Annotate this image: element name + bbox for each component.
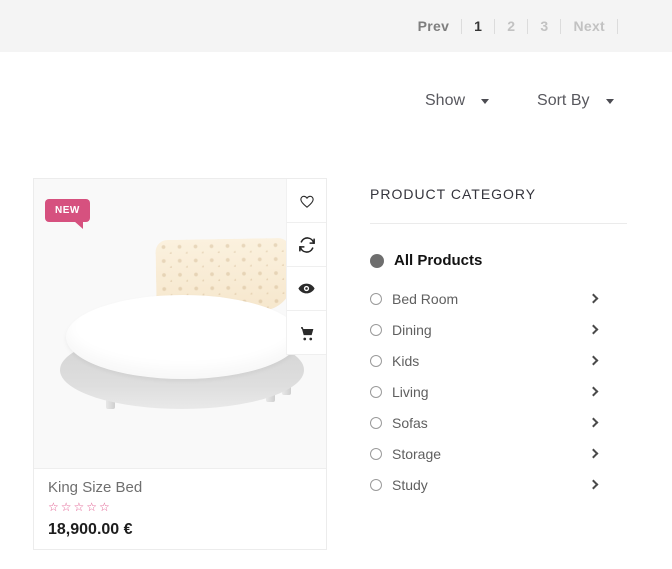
pagination: Prev 1 2 3 Next bbox=[418, 18, 630, 34]
chevron-down-icon bbox=[606, 99, 614, 104]
pagination-page-3[interactable]: 3 bbox=[540, 18, 548, 34]
product-title[interactable]: King Size Bed bbox=[48, 479, 312, 496]
chevron-down-icon bbox=[481, 99, 489, 104]
add-to-cart-button[interactable] bbox=[286, 311, 326, 355]
pagination-next[interactable]: Next bbox=[573, 18, 605, 34]
radio-icon bbox=[370, 324, 382, 336]
radio-icon bbox=[370, 293, 382, 305]
quick-view-button[interactable] bbox=[286, 267, 326, 311]
category-label: Living bbox=[392, 384, 429, 400]
pagination-separator bbox=[494, 19, 495, 34]
pagination-page-2[interactable]: 2 bbox=[507, 18, 515, 34]
category-label: Study bbox=[392, 477, 428, 493]
category-item-bed-room[interactable]: Bed Room bbox=[370, 283, 627, 314]
cart-icon bbox=[298, 324, 316, 342]
category-label: Bed Room bbox=[392, 291, 458, 307]
radio-selected-icon bbox=[370, 254, 384, 268]
category-label: All Products bbox=[394, 252, 482, 269]
sort-by-dropdown-label: Sort By bbox=[537, 92, 589, 110]
category-sidebar: PRODUCT CATEGORY All Products Bed Room D… bbox=[370, 186, 627, 500]
pagination-separator bbox=[527, 19, 528, 34]
product-rating-stars: ☆☆☆☆☆ bbox=[48, 500, 312, 514]
category-item-dining[interactable]: Dining bbox=[370, 314, 627, 345]
category-label: Storage bbox=[392, 446, 441, 462]
category-item-kids[interactable]: Kids bbox=[370, 345, 627, 376]
radio-icon bbox=[370, 448, 382, 460]
category-list: All Products Bed Room Dining Kids Living bbox=[370, 245, 627, 500]
bed-mattress bbox=[66, 295, 300, 379]
category-label: Sofas bbox=[392, 415, 428, 431]
divider bbox=[370, 223, 627, 224]
pagination-separator bbox=[617, 19, 618, 34]
category-heading: PRODUCT CATEGORY bbox=[370, 186, 627, 202]
product-price: 18,900.00 € bbox=[48, 521, 312, 539]
pagination-separator bbox=[461, 19, 462, 34]
eye-icon bbox=[297, 279, 316, 298]
listing-toolbar: Show Sort By bbox=[425, 92, 614, 110]
compare-button[interactable] bbox=[286, 223, 326, 267]
chevron-right-icon[interactable] bbox=[589, 449, 599, 459]
chevron-right-icon[interactable] bbox=[589, 325, 599, 335]
shop-page: Prev 1 2 3 Next Show Sort By NEW bbox=[0, 0, 672, 569]
category-item-living[interactable]: Living bbox=[370, 376, 627, 407]
chevron-right-icon[interactable] bbox=[589, 480, 599, 490]
heart-icon bbox=[298, 192, 316, 210]
product-action-strip bbox=[286, 179, 326, 355]
category-label: Kids bbox=[392, 353, 419, 369]
radio-icon bbox=[370, 417, 382, 429]
category-label: Dining bbox=[392, 322, 432, 338]
chevron-right-icon[interactable] bbox=[589, 294, 599, 304]
product-card[interactable]: NEW bbox=[33, 178, 327, 550]
product-info: King Size Bed ☆☆☆☆☆ 18,900.00 € bbox=[34, 468, 326, 539]
show-dropdown[interactable]: Show bbox=[425, 92, 489, 110]
chevron-right-icon[interactable] bbox=[589, 387, 599, 397]
pagination-page-1[interactable]: 1 bbox=[474, 18, 482, 34]
radio-icon bbox=[370, 355, 382, 367]
category-item-study[interactable]: Study bbox=[370, 469, 627, 500]
category-item-all-products[interactable]: All Products bbox=[370, 245, 627, 276]
show-dropdown-label: Show bbox=[425, 92, 465, 110]
product-image-area[interactable]: NEW bbox=[34, 179, 326, 468]
category-item-sofas[interactable]: Sofas bbox=[370, 407, 627, 438]
pagination-prev[interactable]: Prev bbox=[418, 18, 450, 34]
sort-by-dropdown[interactable]: Sort By bbox=[537, 92, 613, 110]
top-pagination-bar: Prev 1 2 3 Next bbox=[0, 0, 672, 52]
chevron-right-icon[interactable] bbox=[589, 356, 599, 366]
new-badge: NEW bbox=[45, 199, 90, 222]
pagination-separator bbox=[560, 19, 561, 34]
radio-icon bbox=[370, 479, 382, 491]
radio-icon bbox=[370, 386, 382, 398]
chevron-right-icon[interactable] bbox=[589, 418, 599, 428]
wishlist-button[interactable] bbox=[286, 179, 326, 223]
refresh-icon bbox=[298, 236, 316, 254]
category-item-storage[interactable]: Storage bbox=[370, 438, 627, 469]
